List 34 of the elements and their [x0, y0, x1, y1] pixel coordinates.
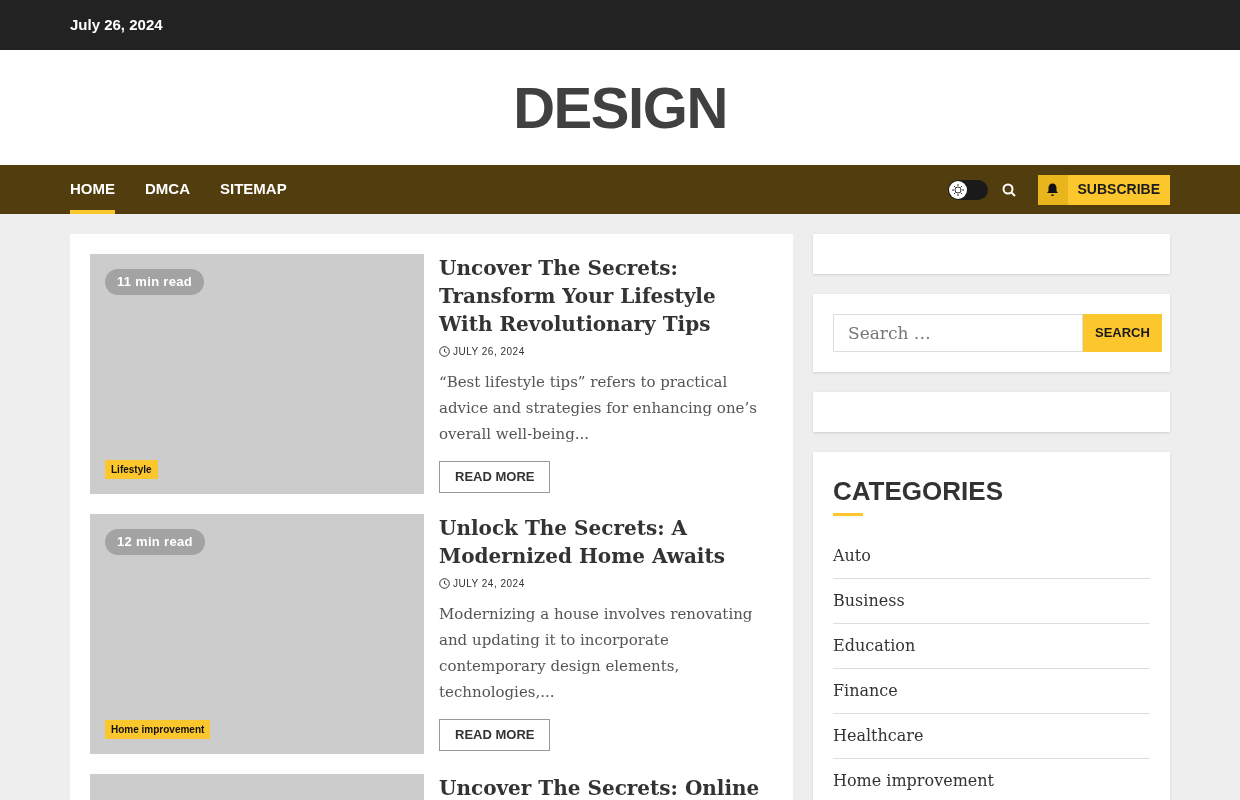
- read-time-badge: 12 min read: [105, 529, 205, 555]
- category-tag[interactable]: Home improvement: [105, 720, 211, 739]
- dark-mode-toggle[interactable]: [947, 179, 988, 200]
- widget-heading: CATEGORIES: [833, 475, 1004, 508]
- category-link[interactable]: Home improvement: [833, 771, 994, 790]
- post-excerpt: Modernizing a house involves renovating and updating it to incorporate contemporary design elements, technologies,...: [439, 604, 754, 703]
- post-title[interactable]: Uncover The Secrets: Transform Your Lifestyle With Revolutionary Tips: [439, 254, 773, 338]
- read-time-badge: 11 min read: [105, 269, 205, 295]
- post-title[interactable]: Unlock The Secrets: A Modernized Home Awaits: [439, 514, 773, 570]
- search-field[interactable]: Search …: [833, 314, 1083, 352]
- search-button[interactable]: SEARCH: [1083, 314, 1162, 352]
- subscribe-button[interactable]: SUBSCRIBE: [1037, 174, 1170, 205]
- category-link[interactable]: Finance: [833, 681, 898, 700]
- bell-icon: [1046, 182, 1060, 197]
- post-date: JULY 26, 2024: [453, 345, 525, 359]
- category-tag[interactable]: Lifestyle: [105, 460, 158, 479]
- heading-underline: [833, 513, 863, 516]
- category-link[interactable]: Business: [833, 591, 905, 610]
- nav-link[interactable]: HOME: [70, 165, 115, 214]
- category-link[interactable]: Auto: [833, 546, 871, 565]
- category-link[interactable]: Healthcare: [833, 726, 924, 745]
- clock-icon: [439, 578, 450, 589]
- current-date: July 26, 2024: [70, 14, 163, 35]
- read-more-button[interactable]: READ MORE: [439, 461, 551, 493]
- search-icon[interactable]: [1001, 182, 1016, 197]
- read-more-button[interactable]: READ MORE: [439, 719, 551, 751]
- category-link[interactable]: Education: [833, 636, 916, 655]
- post-title[interactable]: Uncover The Secrets: Online: [439, 774, 760, 800]
- post-date: JULY 24, 2024: [453, 577, 525, 591]
- site-title[interactable]: DESIGN: [513, 64, 727, 151]
- nav-link[interactable]: SITEMAP: [220, 165, 287, 214]
- post-excerpt: “Best lifestyle tips” refers to practical advice and strategies for enhancing one’s overall well-being...: [439, 372, 758, 445]
- clock-icon: [439, 346, 450, 357]
- nav-link[interactable]: DMCA: [145, 165, 190, 214]
